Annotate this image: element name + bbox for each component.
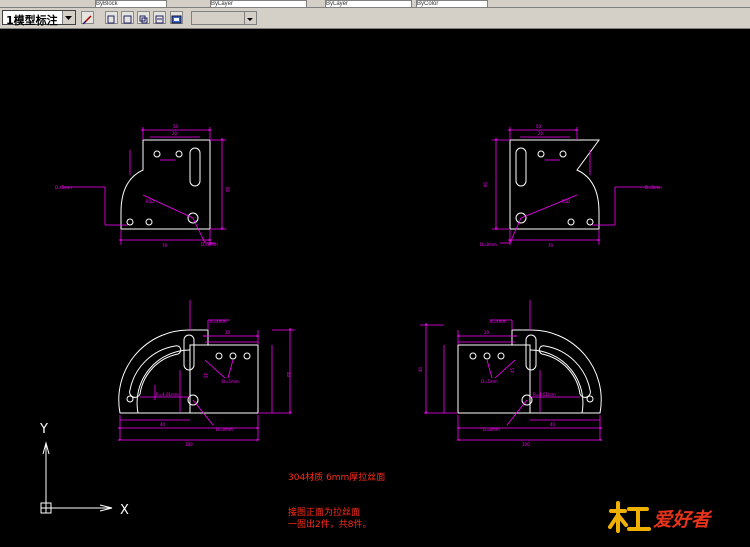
- dim-label: D=5mm: [222, 379, 239, 384]
- quantity-note: 一图出2件，共8件。: [288, 520, 372, 530]
- dim-label: 40: [160, 422, 166, 427]
- slot-hole: [189, 147, 201, 187]
- dim-label: 45: [203, 373, 208, 379]
- dim-label: 70: [548, 243, 554, 248]
- layer-previous-icon[interactable]: [121, 11, 134, 24]
- part-top-left[interactable]: 50 20 70 80 R50 D=5mm D=8mm: [55, 124, 230, 248]
- dim-label: 100: [522, 442, 530, 447]
- dim-label: 20: [484, 330, 490, 335]
- layer-properties-icon[interactable]: [105, 11, 118, 24]
- dim-label: D=8mm: [201, 242, 218, 247]
- layer-match-icon[interactable]: [170, 11, 183, 24]
- color-dropdown[interactable]: ByBlock: [95, 0, 167, 7]
- cad-drawing: 50 20 70 80 R50 D=5mm D=8mm 50 20 70 80 …: [39, 124, 662, 518]
- dim-label: 50: [536, 124, 542, 129]
- dimension-style-value: 1模型标注: [6, 14, 58, 27]
- ucs-x-label: X: [120, 503, 129, 518]
- ucs-icon: [40, 441, 113, 514]
- dimension-style-manager-icon[interactable]: [81, 11, 94, 25]
- chevron-down-icon[interactable]: [244, 12, 256, 24]
- dim-label: D=5mm: [481, 379, 498, 384]
- properties-toolbar: ByBlock ByLayer ByLayer ByColor: [0, 0, 750, 8]
- dim-label: D=5mm: [645, 185, 662, 190]
- dim-label: 50: [173, 124, 179, 129]
- dim-label: R50: [146, 199, 154, 204]
- toolbar-empty-area: [265, 8, 750, 28]
- dim-label: 40: [550, 422, 556, 427]
- dim-label: 70: [162, 243, 168, 248]
- chevron-down-icon[interactable]: [62, 11, 75, 24]
- logo-text: 爱好者: [653, 509, 713, 531]
- dimension-style-dropdown[interactable]: 1模型标注: [2, 10, 76, 27]
- plotstyle-dropdown[interactable]: ByColor: [416, 0, 488, 7]
- drawing-canvas[interactable]: 50 20 70 80 R50 D=5mm D=8mm 50 20 70 80 …: [0, 29, 750, 542]
- layer-dropdown[interactable]: [191, 11, 257, 25]
- layer-isolate-icon[interactable]: [153, 11, 166, 24]
- layer-states-icon[interactable]: [137, 11, 150, 24]
- dim-label: 80: [225, 187, 230, 193]
- linetype-dropdown[interactable]: ByLayer: [210, 0, 307, 7]
- dim-label: D=8mm: [480, 242, 497, 247]
- dim-label: 40: [418, 366, 423, 372]
- dim-label: 20: [538, 131, 544, 136]
- dim-label: D=5mm: [55, 185, 72, 190]
- lineweight-dropdown[interactable]: ByLayer: [325, 0, 412, 7]
- styles-toolbar: 1模型标注: [0, 8, 750, 29]
- dim-label: 45: [510, 367, 515, 373]
- dim-label: R50: [562, 199, 570, 204]
- part-top-right[interactable]: 50 20 70 80 R50 D=5mm D=8mm: [480, 124, 662, 248]
- part-bottom-left[interactable]: R=4mm D=5mm D=8mm R=4.01mm 40 100 20 45 …: [118, 300, 295, 447]
- dim-label: 20: [225, 330, 231, 335]
- dim-label: 40: [286, 372, 291, 378]
- dim-label: 100: [185, 442, 193, 447]
- material-note: 304材质 6mm厚拉丝面: [288, 473, 386, 483]
- dim-label: R=4.01mm: [156, 392, 179, 397]
- dim-label: R=4mm: [210, 319, 227, 324]
- dim-label: R=4.01mm: [533, 392, 556, 397]
- dim-label: D=8mm: [483, 427, 500, 432]
- dim-label: D=8mm: [216, 427, 233, 432]
- dim-label: 80: [483, 181, 488, 187]
- site-logo: 爱好者: [607, 499, 732, 535]
- dim-label: 20: [172, 131, 178, 136]
- ucs-y-label: Y: [39, 422, 48, 437]
- dim-label: R=4mm: [490, 319, 507, 324]
